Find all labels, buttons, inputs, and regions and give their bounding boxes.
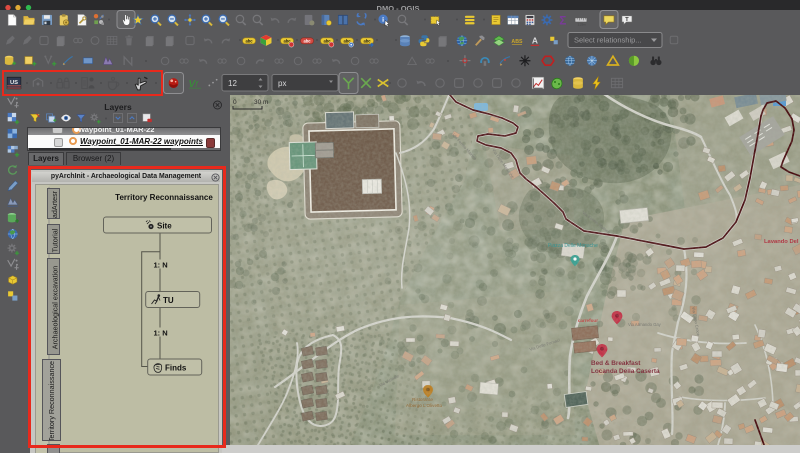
svg-text:0: 0: [233, 99, 237, 106]
svg-text:Layers: Layers: [104, 102, 132, 112]
svg-text:12: 12: [228, 79, 237, 88]
svg-text:Select relationship...: Select relationship...: [574, 36, 642, 45]
svg-text:30 m: 30 m: [254, 99, 268, 106]
svg-text:px: px: [278, 79, 286, 88]
